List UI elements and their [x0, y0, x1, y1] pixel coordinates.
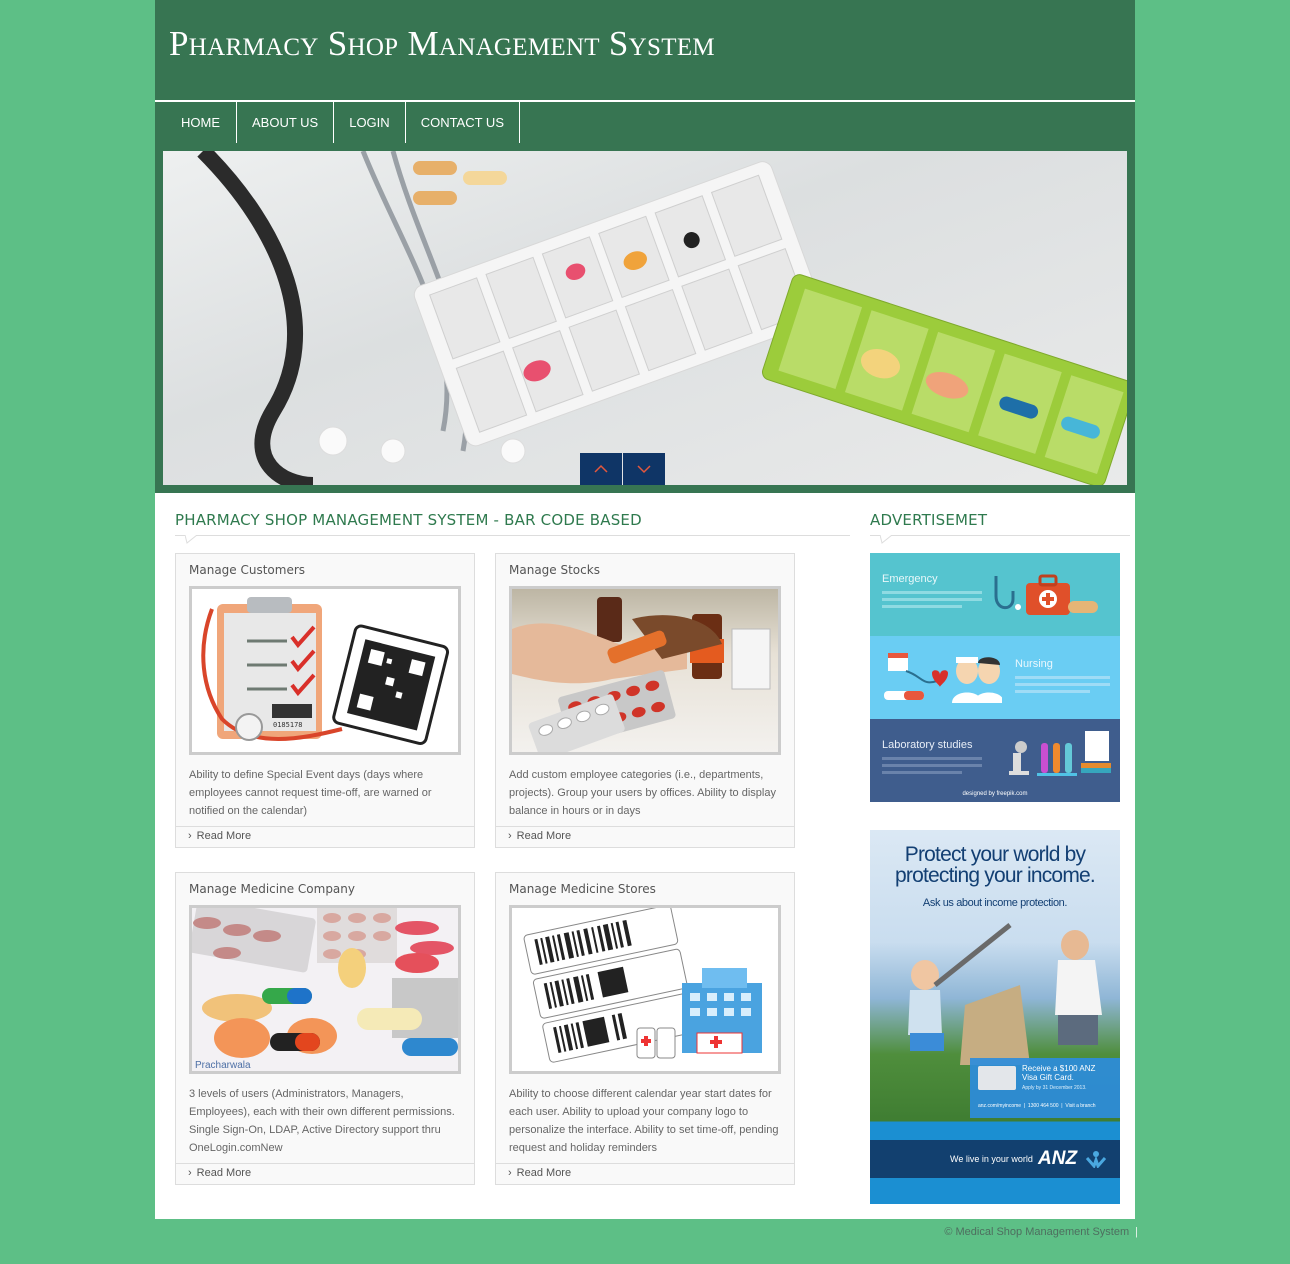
ad-brand-band: We live in your world ANZ: [870, 1140, 1120, 1178]
ad-offer-box: Receive a $100 ANZ Visa Gift Card. Apply…: [970, 1058, 1120, 1118]
main-content: PHARMACY SHOP MANAGEMENT SYSTEM - BAR CO…: [155, 493, 1135, 1219]
gift-card-icon: [978, 1066, 1016, 1090]
ad-contact: anz.com/myincome | 1300 464 500 | Visit …: [978, 1103, 1096, 1109]
card-manage-medicine-stores: Manage Medicine Stores Ability to choose…: [495, 872, 795, 1185]
nav-login[interactable]: LOGIN: [334, 102, 406, 143]
ad-panel-label: Emergency: [882, 573, 938, 585]
card-title: Manage Stocks: [509, 563, 600, 577]
first-aid-kit-icon: [994, 574, 1098, 615]
ad-headline: Protect your world by protecting your in…: [895, 843, 1096, 887]
chevron-right-icon: ›: [508, 1167, 512, 1179]
hero-slider-frame: [155, 143, 1135, 493]
card-image-medicine-company: Pracharwala: [189, 905, 461, 1074]
site-footer: © Medical Shop Management System |: [944, 1226, 1138, 1238]
ad-panel-laboratory: Laboratory studies designed by freepik.c…: [870, 719, 1120, 802]
divider-notch: [185, 535, 198, 544]
card-manage-customers: Manage Customers 0185178 Ability to defi…: [175, 553, 475, 848]
kids-playing-illustration: [908, 923, 1102, 1065]
slider-prev-button[interactable]: [580, 453, 622, 485]
read-more-label: Read More: [196, 1167, 252, 1179]
read-more-label: Read More: [196, 830, 252, 842]
advertisement-anz-income-protection[interactable]: Protect your world by protecting your in…: [870, 830, 1120, 1204]
card-image-customers: 0185178: [189, 586, 461, 755]
footer-copyright: © Medical Shop Management System: [944, 1226, 1130, 1238]
read-more-label: Read More: [516, 1167, 572, 1179]
image-watermark: Pracharwala: [195, 1060, 251, 1071]
chevron-right-icon: ›: [508, 830, 512, 842]
chevron-down-icon: [637, 465, 651, 474]
section-title-divider: [175, 535, 850, 536]
section-title: PHARMACY SHOP MANAGEMENT SYSTEM - BAR CO…: [175, 511, 642, 529]
read-more-label: Read More: [516, 830, 572, 842]
card-title: Manage Medicine Company: [189, 882, 355, 896]
chevron-right-icon: ›: [188, 830, 192, 842]
ad-credit: designed by freepik.com: [962, 791, 1028, 797]
read-more-link[interactable]: › Read More: [176, 826, 474, 847]
card-description: 3 levels of users (Administrators, Manag…: [189, 1088, 455, 1154]
card-image-stocks: [509, 586, 781, 755]
barcode-number: 0185178: [273, 721, 303, 729]
anz-people-icon: [1085, 1151, 1107, 1168]
nav-contact-us[interactable]: CONTACT US: [406, 102, 520, 143]
card-manage-medicine-company: Manage Medicine Company Pracharwala 3 le…: [175, 872, 475, 1185]
sidebar-title-divider: [870, 535, 1130, 536]
pill-organizer-illustration: [197, 151, 1127, 485]
card-description: Ability to choose different calendar yea…: [509, 1088, 779, 1154]
card-title: Manage Customers: [189, 563, 306, 577]
ad-panel-emergency: Emergency: [870, 553, 1120, 636]
card-description: Ability to define Special Event days (da…: [189, 769, 432, 817]
read-more-link[interactable]: › Read More: [176, 1163, 474, 1184]
chevron-up-icon: [594, 464, 608, 473]
card-title: Manage Medicine Stores: [509, 882, 656, 896]
nurse-doctor-icon: [884, 653, 1002, 703]
site-title: Pharmacy Shop Management System: [169, 24, 715, 63]
sidebar-title: ADVERTISEMET: [870, 511, 988, 529]
advertisement-medical-services[interactable]: Emergency Nursing Laboratory studies des…: [870, 553, 1120, 802]
site-header: Pharmacy Shop Management System: [155, 0, 1135, 100]
card-description: Add custom employee categories (i.e., de…: [509, 769, 776, 817]
page-wrapper: Pharmacy Shop Management System HOME ABO…: [155, 0, 1135, 1219]
main-nav: HOME ABOUT US LOGIN CONTACT US: [155, 100, 1135, 143]
ad-panel-label: Nursing: [1015, 658, 1053, 670]
nav-about-us[interactable]: ABOUT US: [237, 102, 335, 143]
ad-panel-label: Laboratory studies: [882, 739, 973, 751]
nav-home[interactable]: HOME: [165, 102, 237, 143]
read-more-link[interactable]: › Read More: [496, 826, 794, 847]
ad-subline: Ask us about income protection.: [922, 897, 1068, 909]
ad-panel-nursing: Nursing: [870, 636, 1120, 719]
chevron-right-icon: ›: [188, 1167, 192, 1179]
ad-offer: Receive a $100 ANZ Visa Gift Card.: [1022, 1064, 1096, 1082]
read-more-link[interactable]: › Read More: [496, 1163, 794, 1184]
ad-offer-note: Apply by 31 December 2013.: [1022, 1085, 1087, 1091]
card-manage-stocks: Manage Stocks Add custom employee catego…: [495, 553, 795, 848]
ad-tagline: We live in your world: [950, 1154, 1033, 1164]
microscope-test-tubes-icon: [1009, 731, 1111, 776]
footer-separator: |: [1135, 1226, 1138, 1238]
hero-slider-image: [163, 151, 1127, 485]
divider-notch: [880, 535, 893, 544]
card-image-medicine-stores: [509, 905, 781, 1074]
slider-next-button[interactable]: [623, 453, 665, 485]
anz-logo: ANZ: [1038, 1148, 1078, 1169]
